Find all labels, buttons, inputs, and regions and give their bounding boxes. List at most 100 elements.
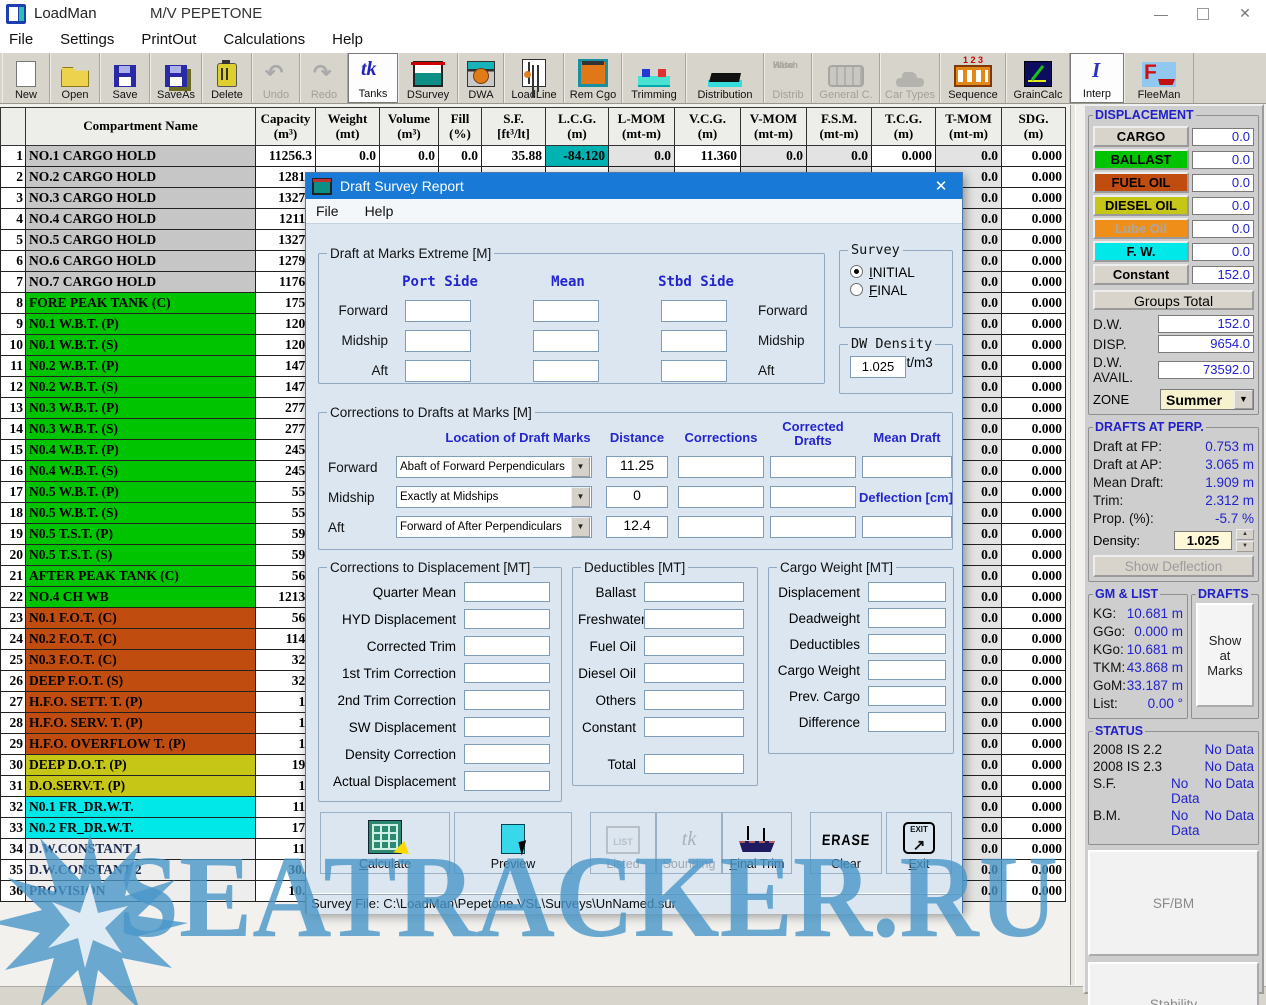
vmom-cell[interactable]: 0.0	[741, 146, 807, 167]
weight-cell[interactable]: 0.0	[316, 146, 380, 167]
hyd-displacement-input[interactable]	[464, 609, 550, 629]
sdg-cell[interactable]: 0.000	[1002, 272, 1066, 293]
draft-mark-input[interactable]	[405, 330, 471, 352]
compartment-name-cell[interactable]: D.O.SERV.T. (P)	[26, 776, 256, 797]
compartment-name-cell[interactable]: N0.3 W.B.T. (S)	[26, 419, 256, 440]
corrected-draft-input[interactable]	[770, 516, 856, 538]
toolbar-remcgo-button[interactable]: Rem Cgo	[564, 53, 622, 103]
sdg-cell[interactable]: 0.000	[1002, 860, 1066, 881]
draft-mark-input[interactable]	[661, 330, 727, 352]
volume-cell[interactable]: 0.0	[380, 146, 439, 167]
compartment-name-cell[interactable]: NO.1 CARGO HOLD	[26, 146, 256, 167]
fuel-oil-input[interactable]	[644, 636, 744, 656]
clear-button[interactable]: ERASEClear	[810, 812, 882, 874]
draft-mark-location-select[interactable]: Abaft of Forward Perpendiculars▼	[396, 456, 592, 478]
calculate-button[interactable]: Calculate	[320, 812, 450, 874]
sdg-cell[interactable]: 0.000	[1002, 608, 1066, 629]
compartment-name-cell[interactable]: N0.2 F.O.T. (C)	[26, 629, 256, 650]
compartment-name-cell[interactable]: N0.5 T.S.T. (P)	[26, 524, 256, 545]
preview-button[interactable]: Preview	[454, 812, 572, 874]
distance-input[interactable]: 12.4	[606, 516, 668, 538]
draft-mark-input[interactable]	[661, 360, 727, 382]
tank-group-button-ballast[interactable]: BALLAST	[1093, 149, 1189, 170]
tmom-cell[interactable]: 0.0	[936, 146, 1002, 167]
sfbm-button[interactable]: SF/BM	[1088, 850, 1259, 956]
deadweight-input[interactable]	[868, 608, 946, 628]
sdg-cell[interactable]: 0.000	[1002, 776, 1066, 797]
compartment-name-cell[interactable]: N0.3 F.O.T. (C)	[26, 650, 256, 671]
toolbar-save-button[interactable]: Save	[100, 53, 150, 103]
mean-draft-input[interactable]	[862, 516, 952, 538]
dw-density-input[interactable]: 1.025	[850, 356, 906, 378]
compartment-name-cell[interactable]: AFTER PEAK TANK (C)	[26, 566, 256, 587]
toolbar-tanks-button[interactable]: Tanks	[348, 53, 398, 103]
sdg-cell[interactable]: 0.000	[1002, 419, 1066, 440]
exit-button[interactable]: Exit	[886, 812, 952, 874]
sdg-cell[interactable]: 0.000	[1002, 839, 1066, 860]
corrected-trim-input[interactable]	[464, 636, 550, 656]
compartment-name-cell[interactable]: DEEP D.O.T. (P)	[26, 755, 256, 776]
prev-cargo-input[interactable]	[868, 686, 946, 706]
compartment-name-cell[interactable]: H.F.O. SERV. T. (P)	[26, 713, 256, 734]
sdg-cell[interactable]: 0.000	[1002, 818, 1066, 839]
diesel-oil-input[interactable]	[644, 663, 744, 683]
toolbar-dwa-button[interactable]: DWA	[458, 53, 504, 103]
sdg-cell[interactable]: 0.000	[1002, 251, 1066, 272]
displacement-input[interactable]	[868, 582, 946, 602]
compartment-name-cell[interactable]: N0.4 W.B.T. (S)	[26, 461, 256, 482]
stability-button[interactable]: Stability	[1088, 962, 1259, 1005]
tcg-cell[interactable]: 0.000	[872, 146, 936, 167]
compartment-name-cell[interactable]: N0.2 FR_DR.W.T.	[26, 818, 256, 839]
fill-cell[interactable]: 0.0	[439, 146, 482, 167]
compartment-name-cell[interactable]: H.F.O. OVERFLOW T. (P)	[26, 734, 256, 755]
sdg-cell[interactable]: 0.000	[1002, 650, 1066, 671]
corrected-draft-input[interactable]	[770, 456, 856, 478]
actual-displacement-input[interactable]	[464, 771, 550, 791]
sdg-cell[interactable]: 0.000	[1002, 524, 1066, 545]
toolbar-trimming-button[interactable]: Trimming	[622, 53, 686, 103]
sf-cell[interactable]: 35.88	[482, 146, 546, 167]
sdg-cell[interactable]: 0.000	[1002, 230, 1066, 251]
compartment-name-cell[interactable]: N0.1 F.O.T. (C)	[26, 608, 256, 629]
density-input[interactable]: 1.025	[1174, 531, 1232, 550]
tank-group-button-constant[interactable]: Constant	[1093, 264, 1189, 285]
compartment-name-cell[interactable]: N0.1 FR_DR.W.T.	[26, 797, 256, 818]
sdg-cell[interactable]: 0.000	[1002, 314, 1066, 335]
corrections-input[interactable]	[678, 456, 764, 478]
zone-select[interactable]: Summer ▼	[1160, 389, 1254, 410]
draft-mark-input[interactable]	[405, 360, 471, 382]
sdg-cell[interactable]: 0.000	[1002, 482, 1066, 503]
toolbar-interp-button[interactable]: Interp	[1070, 53, 1124, 103]
sw-displacement-input[interactable]	[464, 717, 550, 737]
final-trim-button[interactable]: Final Trim	[722, 812, 792, 874]
sdg-cell[interactable]: 0.000	[1002, 335, 1066, 356]
difference-input[interactable]	[868, 712, 946, 732]
lcg-cell[interactable]: -84.120	[546, 146, 609, 167]
sdg-cell[interactable]: 0.000	[1002, 629, 1066, 650]
dialog-menu-file[interactable]: File	[316, 203, 339, 219]
compartment-name-cell[interactable]: D.W.CONSTANT 2	[26, 860, 256, 881]
compartment-name-cell[interactable]: N0.5 T.S.T. (S)	[26, 545, 256, 566]
compartment-name-cell[interactable]: N0.2 W.B.T. (P)	[26, 356, 256, 377]
sdg-cell[interactable]: 0.000	[1002, 587, 1066, 608]
maximize-button[interactable]	[1182, 0, 1224, 27]
sdg-cell[interactable]: 0.000	[1002, 881, 1066, 902]
sdg-cell[interactable]: 0.000	[1002, 461, 1066, 482]
toolbar-new-button[interactable]: New	[2, 53, 50, 103]
corrected-draft-input[interactable]	[770, 486, 856, 508]
sdg-cell[interactable]: 0.000	[1002, 356, 1066, 377]
draft-mark-input[interactable]	[533, 300, 599, 322]
toolbar-fleeman-button[interactable]: FleeMan	[1124, 53, 1194, 103]
sdg-cell[interactable]: 0.000	[1002, 377, 1066, 398]
toolbar-saveas-button[interactable]: SaveAs	[150, 53, 202, 103]
compartment-name-cell[interactable]: H.F.O. SETT. T. (P)	[26, 692, 256, 713]
density-stepper[interactable]: ▲▼	[1236, 529, 1254, 552]
compartment-name-cell[interactable]: NO.6 CARGO HOLD	[26, 251, 256, 272]
menu-calculations[interactable]: Calculations	[223, 31, 305, 48]
toolbar-distribution-button[interactable]: Distribution	[686, 53, 764, 103]
tank-group-button-diesel-oil[interactable]: DIESEL OIL	[1093, 195, 1189, 216]
compartment-name-cell[interactable]: NO.4 CH WB	[26, 587, 256, 608]
sdg-cell[interactable]: 0.000	[1002, 755, 1066, 776]
sdg-cell[interactable]: 0.000	[1002, 188, 1066, 209]
constant-input[interactable]	[644, 717, 744, 737]
